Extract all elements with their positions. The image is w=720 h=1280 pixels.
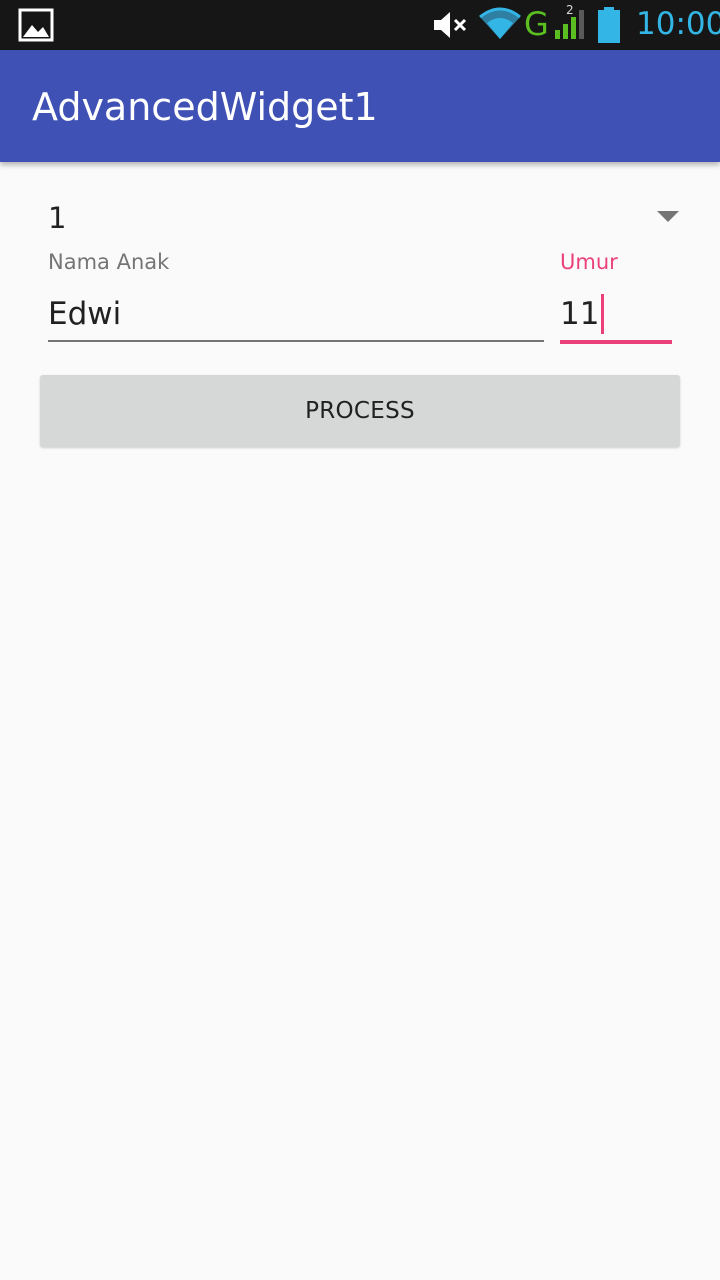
- status-time: 10:00: [636, 6, 720, 42]
- gallery-icon: [18, 8, 54, 42]
- app-title: AdvancedWidget1: [32, 85, 378, 129]
- process-button-label: PROCESS: [305, 398, 415, 424]
- text-cursor: [601, 294, 605, 334]
- nama-anak-label: Nama Anak: [48, 250, 170, 274]
- nama-anak-value: Edwi: [48, 296, 122, 332]
- signal-icon: [555, 10, 584, 39]
- wifi-icon: [479, 7, 521, 39]
- process-button[interactable]: PROCESS: [40, 375, 680, 447]
- status-bar: G 2 10:00: [0, 0, 720, 50]
- network-type-indicator: G: [524, 5, 549, 43]
- umur-label: Umur: [560, 250, 618, 274]
- app-bar: AdvancedWidget1: [0, 50, 720, 162]
- nama-anak-field[interactable]: Edwi: [48, 290, 544, 342]
- umur-value: 11: [560, 296, 600, 332]
- mute-icon: [434, 12, 467, 38]
- number-spinner[interactable]: 1: [40, 190, 688, 250]
- spinner-selected-value: 1: [48, 201, 67, 235]
- umur-field[interactable]: 11: [560, 290, 672, 344]
- umur-value-wrap: 11: [560, 294, 605, 334]
- battery-icon: [598, 7, 620, 43]
- dropdown-arrow-icon[interactable]: [657, 211, 679, 222]
